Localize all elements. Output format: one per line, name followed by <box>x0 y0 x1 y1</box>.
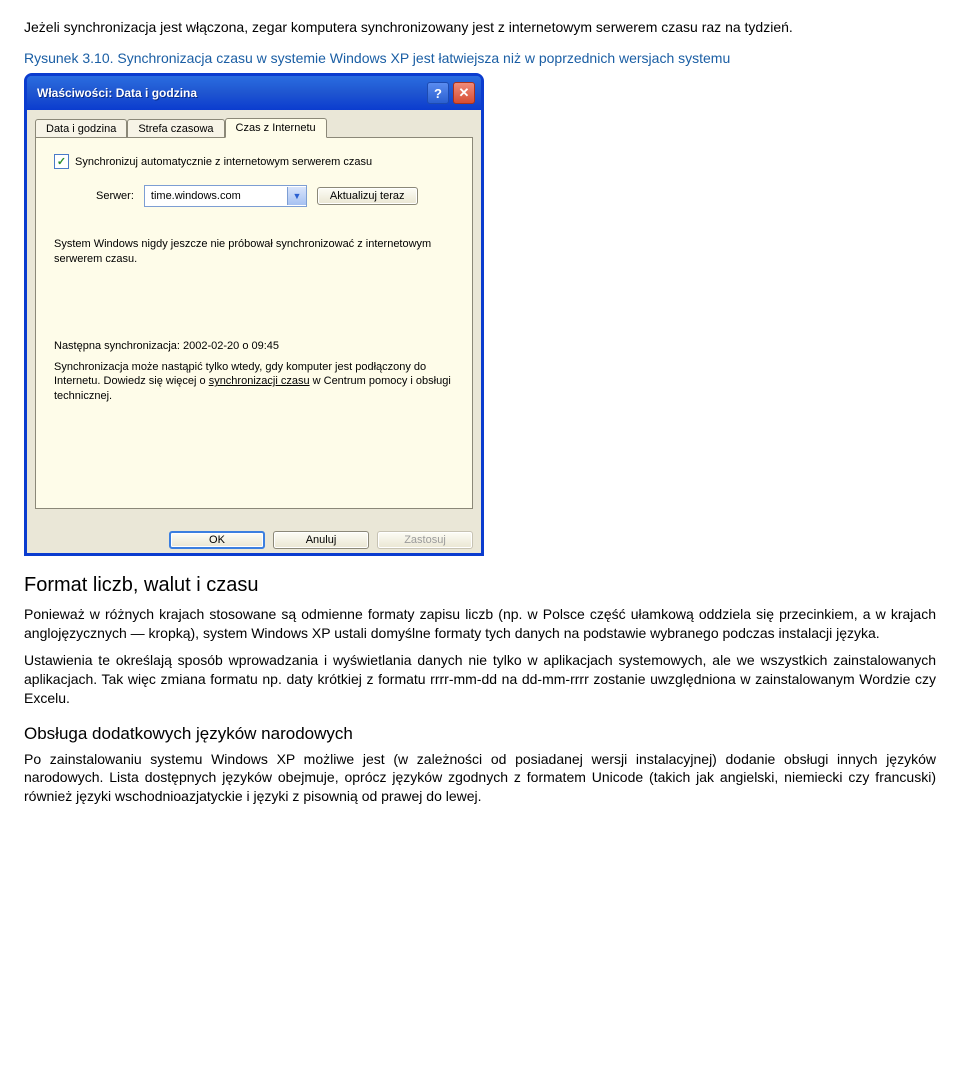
figure-caption: Rysunek 3.10. Synchronizacja czasu w sys… <box>24 49 936 67</box>
apply-button[interactable]: Zastosuj <box>377 531 473 549</box>
ok-button[interactable]: OK <box>169 531 265 549</box>
help-icon: ? <box>434 86 442 101</box>
tab-panel-internet-time: ✓ Synchronizuj automatycznie z interneto… <box>35 137 473 509</box>
dialog-titlebar[interactable]: Właściwości: Data i godzina ? ✕ <box>27 76 481 110</box>
help-button[interactable]: ? <box>427 82 449 104</box>
update-now-button[interactable]: Aktualizuj teraz <box>317 187 418 205</box>
dialog-tabs: Data i godzina Strefa czasowa Czas z Int… <box>35 118 473 138</box>
tab-internet-time[interactable]: Czas z Internetu <box>225 118 327 138</box>
auto-sync-checkbox[interactable]: ✓ <box>54 154 69 169</box>
checkmark-icon: ✓ <box>57 155 66 168</box>
server-label: Serwer: <box>96 190 134 202</box>
section-heading-format: Format liczb, walut i czasu <box>24 574 936 597</box>
tab-timezone[interactable]: Strefa czasowa <box>127 119 224 139</box>
auto-sync-label: Synchronizuj automatycznie z internetowy… <box>75 156 372 168</box>
cancel-button[interactable]: Anuluj <box>273 531 369 549</box>
subsection-heading-languages: Obsługa dodatkowych języków narodowych <box>24 724 936 744</box>
intro-paragraph: Jeżeli synchronizacja jest włączona, zeg… <box>24 18 936 37</box>
server-combobox[interactable]: time.windows.com ▼ <box>144 185 307 207</box>
format-paragraph-2: Ustawienia te określają sposób wprowadza… <box>24 651 936 708</box>
sync-help-text: Synchronizacja może nastąpić tylko wtedy… <box>54 360 454 405</box>
close-button[interactable]: ✕ <box>453 82 475 104</box>
tab-date-time[interactable]: Data i godzina <box>35 119 127 139</box>
chevron-down-icon: ▼ <box>287 187 306 205</box>
languages-paragraph: Po zainstalowaniu systemu Windows XP moż… <box>24 750 936 807</box>
dialog-title: Właściwości: Data i godzina <box>37 86 197 100</box>
close-icon: ✕ <box>459 85 470 101</box>
sync-status-text: System Windows nigdy jeszcze nie próbowa… <box>54 237 454 267</box>
format-paragraph-1: Ponieważ w różnych krajach stosowane są … <box>24 605 936 643</box>
datetime-properties-dialog: Właściwości: Data i godzina ? ✕ Data i g… <box>24 73 484 556</box>
server-value: time.windows.com <box>145 190 287 202</box>
next-sync-text: Następna synchronizacja: 2002-02-20 o 09… <box>54 339 454 354</box>
dialog-footer-buttons: OK Anuluj Zastosuj <box>27 521 481 553</box>
sync-help-link[interactable]: synchronizacji czasu <box>209 375 310 387</box>
